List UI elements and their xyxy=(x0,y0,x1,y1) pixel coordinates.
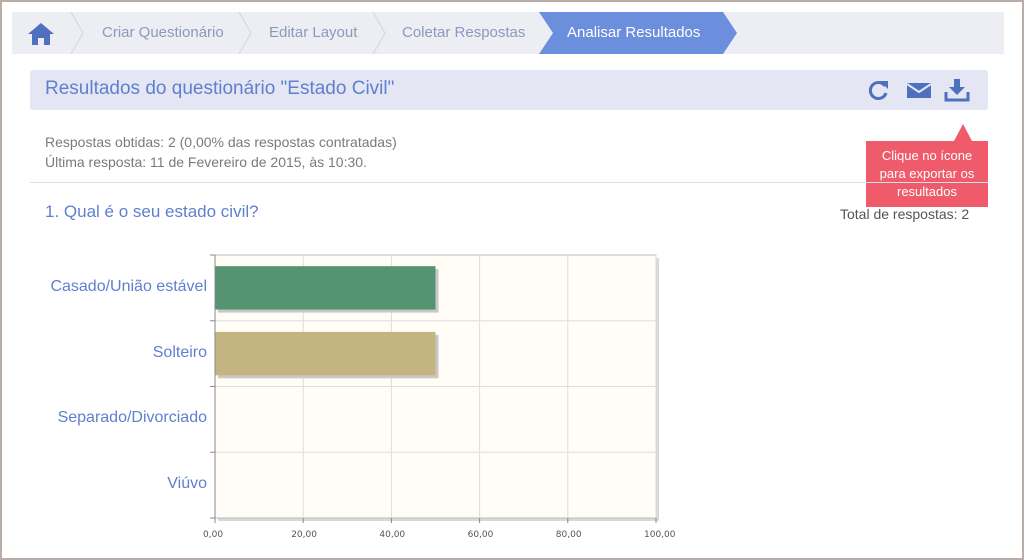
category-label: Separado/Divorciado xyxy=(57,409,207,427)
bar xyxy=(215,266,436,310)
x-tick-label: 40,00 xyxy=(379,530,406,540)
bar xyxy=(215,331,436,376)
x-tick-label: 80,00 xyxy=(555,530,582,540)
x-tick-label: 0,00 xyxy=(203,530,224,540)
category-label: Casado/União estável xyxy=(50,277,207,295)
category-label: Solteiro xyxy=(152,343,207,361)
x-tick-label: 60,00 xyxy=(467,530,494,540)
x-tick-label: 100,00 xyxy=(644,530,676,540)
category-label: Viúvo xyxy=(167,475,207,493)
x-tick-label: 20,00 xyxy=(291,530,317,540)
